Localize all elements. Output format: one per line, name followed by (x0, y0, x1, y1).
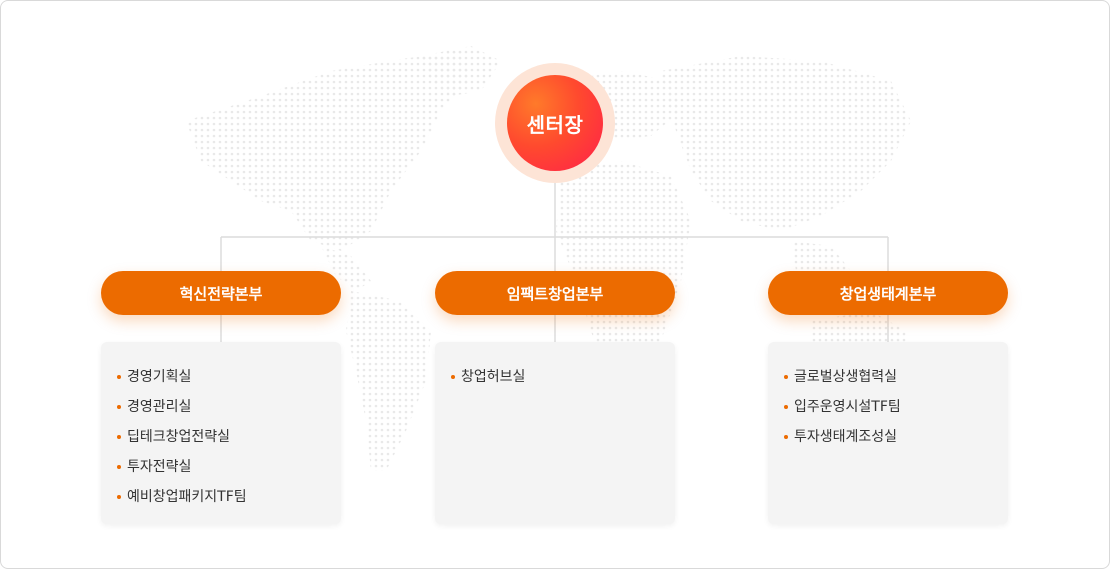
dept-label: 창업생태계본부 (839, 284, 937, 303)
team-item: 글로벌상생협력실 (784, 362, 1008, 392)
team-item: 창업허브실 (451, 362, 675, 392)
center-director-label: 센터장 (507, 75, 603, 171)
dept-impact-startup: 임팩트창업본부 (435, 271, 675, 315)
team-item: 경영기획실 (117, 362, 341, 392)
dept-label: 혁신전략본부 (179, 284, 263, 303)
team-item: 투자전략실 (117, 452, 341, 482)
team-item: 경영관리실 (117, 392, 341, 422)
org-chart-frame: 센터장 혁신전략본부 경영기획실 경영관리실 딥테크창업전략실 투자전략실 예비… (0, 0, 1110, 569)
team-item: 딥테크창업전략실 (117, 422, 341, 452)
team-box-innovation-strategy: 경영기획실 경영관리실 딥테크창업전략실 투자전략실 예비창업패키지TF팀 (101, 342, 341, 524)
team-box-startup-ecosystem: 글로벌상생협력실 입주운영시설TF팀 투자생태계조성실 (768, 342, 1008, 524)
team-item: 투자생태계조성실 (784, 422, 1008, 452)
team-item: 입주운영시설TF팀 (784, 392, 1008, 422)
team-item: 예비창업패키지TF팀 (117, 482, 341, 512)
dept-label: 임팩트창업본부 (506, 284, 604, 303)
team-box-impact-startup: 창업허브실 (435, 342, 675, 524)
center-director-node: 센터장 (495, 63, 615, 183)
dept-startup-ecosystem: 창업생태계본부 (768, 271, 1008, 315)
dept-innovation-strategy: 혁신전략본부 (101, 271, 341, 315)
